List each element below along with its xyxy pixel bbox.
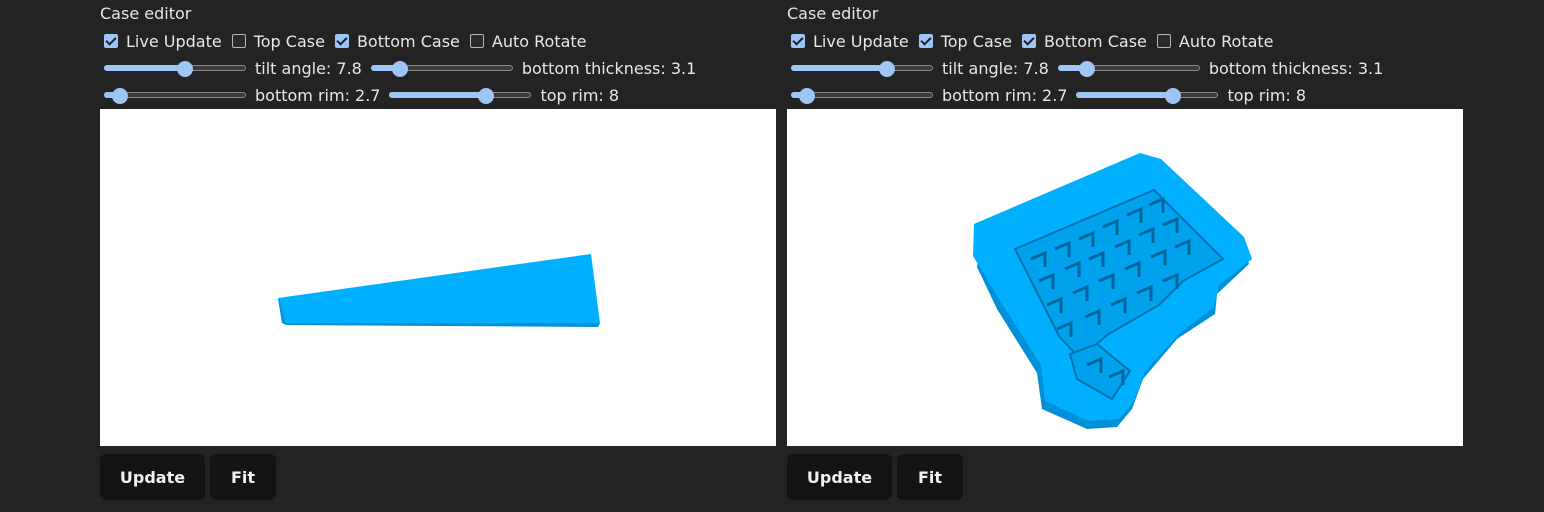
top-case-checkbox[interactable] <box>231 34 246 48</box>
top-rim-label: top rim: 8 <box>1227 85 1307 105</box>
live-update-checkbox[interactable] <box>104 34 118 48</box>
bottom-rim-label: bottom rim: 2.7 <box>942 85 1068 105</box>
bottom-rim-label: bottom rim: 2.7 <box>255 85 381 105</box>
auto-rotate-label: Auto Rotate <box>491 31 587 51</box>
top-case-label: Top Case <box>253 31 325 51</box>
bottom-rim-slider[interactable] <box>791 88 933 104</box>
slider-thumb[interactable] <box>1165 88 1182 104</box>
tilt-angle-label: tilt angle: 7.8 <box>255 58 362 78</box>
top-rim-label: top rim: 8 <box>540 85 620 105</box>
slider-thumb[interactable] <box>1078 61 1095 77</box>
slider-thumb[interactable] <box>112 88 128 104</box>
case-side-view <box>278 254 600 327</box>
slider-thumb[interactable] <box>391 61 408 77</box>
bottom-rim-slider[interactable] <box>104 88 246 104</box>
bottom-case-checkbox[interactable] <box>1021 34 1036 48</box>
case-editor-panel-2: Case editor Live Update Top Case Bottom … <box>787 0 1463 512</box>
3d-viewport[interactable] <box>100 109 776 446</box>
checkbox-row: Live Update Top Case Bottom Case Auto Ro… <box>791 31 1284 51</box>
slider-row: tilt angle: 7.8 bottom thickness: 3.1 <box>791 58 1392 78</box>
fit-button[interactable]: Fit <box>210 454 276 500</box>
tilt-angle-slider[interactable] <box>104 61 246 77</box>
panel-title: Case editor <box>787 4 879 23</box>
slider-thumb[interactable] <box>799 88 815 104</box>
auto-rotate-checkbox[interactable] <box>1156 34 1171 48</box>
bottom-case-checkbox[interactable] <box>334 34 349 48</box>
case-editor-panel-1: Case editor Live Update Top Case Bottom … <box>100 0 776 512</box>
bottom-case-label: Bottom Case <box>1043 31 1147 51</box>
bottom-case-label: Bottom Case <box>356 31 460 51</box>
top-rim-slider[interactable] <box>389 88 532 104</box>
slider-thumb[interactable] <box>879 61 895 77</box>
slider-row: bottom rim: 2.7 top rim: 8 <box>104 85 628 105</box>
bottom-thickness-slider[interactable] <box>1057 61 1200 77</box>
live-update-label: Live Update <box>126 31 222 51</box>
bottom-thickness-label: bottom thickness: 3.1 <box>521 58 697 78</box>
update-button[interactable]: Update <box>100 454 205 500</box>
bottom-case-model <box>278 254 600 323</box>
top-case-label: Top Case <box>940 31 1012 51</box>
slider-row: tilt angle: 7.8 bottom thickness: 3.1 <box>104 58 705 78</box>
top-rim-slider[interactable] <box>1076 88 1219 104</box>
live-update-label: Live Update <box>813 31 909 51</box>
fit-button[interactable]: Fit <box>897 454 963 500</box>
panel-title: Case editor <box>100 4 192 23</box>
bottom-thickness-slider[interactable] <box>370 61 513 77</box>
tilt-angle-label: tilt angle: 7.8 <box>942 58 1049 78</box>
top-case-checkbox[interactable] <box>918 34 933 48</box>
slider-row: bottom rim: 2.7 top rim: 8 <box>791 85 1315 105</box>
bottom-thickness-label: bottom thickness: 3.1 <box>1208 58 1384 78</box>
keyboard-case-view <box>973 153 1252 429</box>
slider-thumb[interactable] <box>478 88 495 104</box>
auto-rotate-label: Auto Rotate <box>1178 31 1274 51</box>
3d-viewport[interactable] <box>787 109 1463 446</box>
live-update-checkbox[interactable] <box>791 34 805 48</box>
slider-thumb[interactable] <box>177 61 193 77</box>
checkbox-row: Live Update Top Case Bottom Case Auto Ro… <box>104 31 597 51</box>
tilt-angle-slider[interactable] <box>791 61 933 77</box>
auto-rotate-checkbox[interactable] <box>469 34 484 48</box>
update-button[interactable]: Update <box>787 454 892 500</box>
